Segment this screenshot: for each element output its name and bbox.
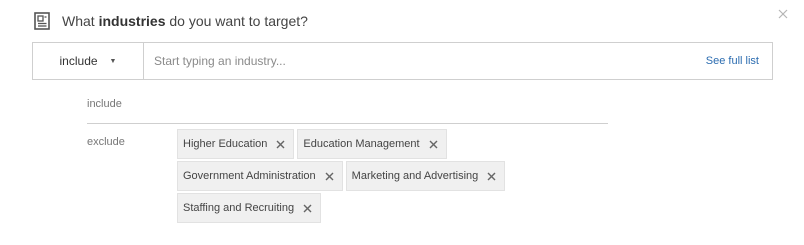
- include-exclude-dropdown[interactable]: include ▼: [33, 43, 144, 79]
- remove-tag-icon[interactable]: [276, 140, 285, 149]
- industry-tag: Marketing and Advertising: [345, 161, 506, 191]
- close-icon[interactable]: [778, 6, 788, 19]
- remove-tag-icon[interactable]: [303, 204, 312, 213]
- page-title: What industries do you want to target?: [62, 13, 308, 29]
- tag-label: Higher Education: [183, 138, 268, 150]
- industry-tag: Staffing and Recruiting: [177, 193, 322, 223]
- excluded-industry-tags: Higher Education Education Management Go…: [177, 129, 537, 225]
- industry-tag: Government Administration: [177, 161, 343, 191]
- caret-down-icon: ▼: [109, 57, 117, 65]
- industry-search-input[interactable]: [144, 43, 706, 79]
- list-document-icon: [34, 12, 50, 30]
- tag-row: Higher Education Education Management: [177, 129, 537, 159]
- exclude-label: exclude: [87, 136, 125, 148]
- include-label: include: [87, 98, 122, 110]
- dropdown-value: include: [59, 54, 98, 68]
- remove-tag-icon[interactable]: [487, 172, 496, 181]
- see-full-list-link[interactable]: See full list: [706, 43, 772, 79]
- tag-label: Marketing and Advertising: [351, 170, 479, 182]
- title-prefix: What: [62, 13, 95, 29]
- tag-label: Education Management: [303, 138, 420, 150]
- tag-row: Government Administration Marketing and …: [177, 161, 537, 191]
- tag-label: Government Administration: [183, 170, 316, 182]
- tag-row: Staffing and Recruiting: [177, 193, 537, 223]
- title-suffix: do you want to target?: [169, 13, 308, 29]
- tag-label: Staffing and Recruiting: [183, 202, 295, 214]
- title-emphasis: industries: [98, 13, 166, 29]
- include-divider: [87, 123, 608, 124]
- question-header: What industries do you want to target?: [34, 10, 308, 32]
- industry-tag: Higher Education: [177, 129, 295, 159]
- remove-tag-icon[interactable]: [429, 140, 438, 149]
- remove-tag-icon[interactable]: [325, 172, 334, 181]
- industry-tag: Education Management: [297, 129, 447, 159]
- industry-search-bar: include ▼ See full list: [32, 42, 773, 80]
